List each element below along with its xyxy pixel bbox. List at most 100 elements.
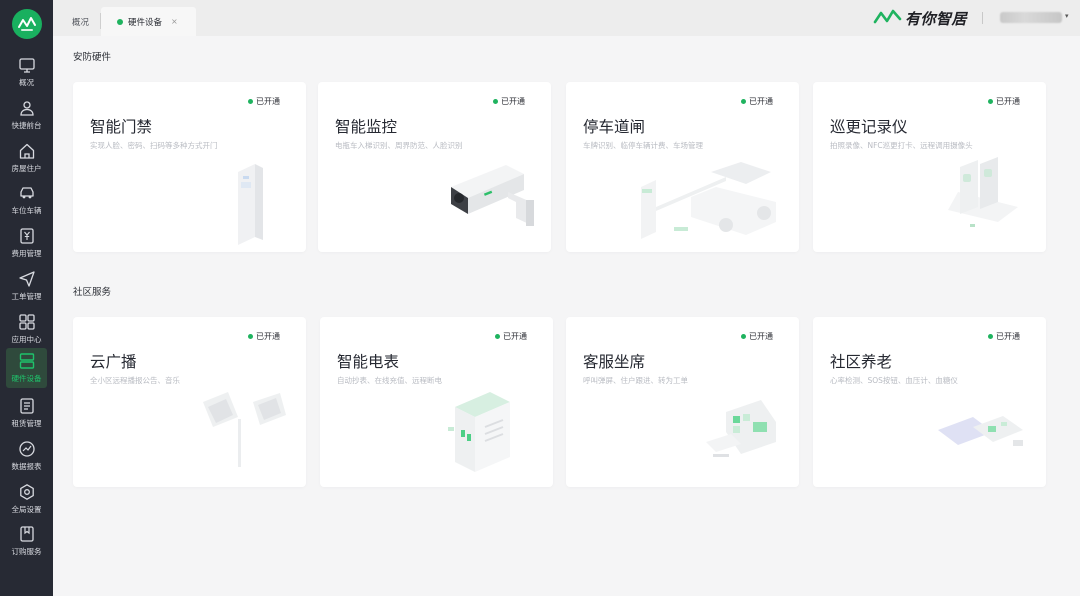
active-dot-icon <box>117 18 123 25</box>
brand-mark-icon <box>873 9 902 24</box>
access-gate-illustration-icon <box>238 164 263 245</box>
health-devices-illustration-icon <box>938 416 1023 446</box>
app-logo[interactable] <box>12 9 42 39</box>
status-text: 已开通 <box>256 97 280 106</box>
sidebar-item-subscription[interactable]: 订购服务 <box>6 521 47 561</box>
person-icon <box>19 101 34 116</box>
tab-hardware[interactable]: 硬件设备 × <box>101 7 196 36</box>
sidebar-item-label: 应用中心 <box>11 335 42 344</box>
close-icon[interactable]: × <box>171 17 178 26</box>
device-icon <box>19 353 34 369</box>
status-dot-icon <box>988 334 993 339</box>
sidebar-item-label: 租赁管理 <box>11 419 42 428</box>
card-title: 客服坐席 <box>583 353 646 371</box>
sidebar-item-leasing[interactable]: 租赁管理 <box>6 393 47 433</box>
card-desc: 拍照录像、NFC巡更打卡、远程调用摄像头 <box>830 141 973 150</box>
section-title-security: 安防硬件 <box>73 52 112 63</box>
card-cloud-broadcast[interactable]: 已开通 云广播 全小区远程播报公告、音乐 <box>73 317 306 487</box>
card-smart-access[interactable]: 已开通 智能门禁 实现人脸、密码、扫码等多种方式开门 <box>73 82 306 252</box>
status-badge: 已开通 <box>741 331 773 342</box>
sidebar-item-work-orders[interactable]: 工单管理 <box>6 266 47 306</box>
sidebar-item-label: 数据报表 <box>11 462 42 471</box>
car-icon <box>19 187 34 199</box>
brand-logo: 有你智居 <box>873 6 967 30</box>
card-parking-gate[interactable]: 已开通 停车道闸 车牌识别、临停车辆计费、车场管理 <box>566 82 799 252</box>
house-icon <box>19 143 34 159</box>
card-title: 云广播 <box>90 353 137 371</box>
status-text: 已开通 <box>996 332 1020 341</box>
card-desc: 心率检测、SOS按钮、血压计、血糖仪 <box>830 376 958 385</box>
status-text: 已开通 <box>749 97 773 106</box>
card-elderly-care[interactable]: 已开通 社区养老 心率检测、SOS按钮、血压计、血糖仪 <box>813 317 1046 487</box>
chevron-down-icon[interactable]: ▾ <box>1065 12 1069 20</box>
service-desk-illustration-icon <box>706 400 776 457</box>
status-text: 已开通 <box>749 332 773 341</box>
card-desc: 全小区远程播报公告、音乐 <box>90 376 180 385</box>
yuan-icon <box>19 228 34 244</box>
sidebar-item-settings[interactable]: 全局设置 <box>6 479 47 519</box>
card-smart-meter[interactable]: 已开通 智能电表 自动抄表、在线充值、远程断电 <box>320 317 553 487</box>
tab-label: 概况 <box>71 17 89 28</box>
monitor-icon <box>18 58 35 73</box>
bookmark-icon <box>19 526 34 542</box>
sidebar-item-label: 订购服务 <box>11 547 42 556</box>
card-patrol-recorder[interactable]: 已开通 巡更记录仪 拍照录像、NFC巡更打卡、远程调用摄像头 <box>813 82 1046 252</box>
status-badge: 已开通 <box>248 96 280 107</box>
card-smart-monitoring[interactable]: 已开通 智能监控 电瓶车入梯识别、周界防范、人脸识别 <box>318 82 551 252</box>
sidebar-item-fees[interactable]: 费用管理 <box>6 223 47 263</box>
sidebar-item-hardware[interactable]: 硬件设备 <box>6 348 47 388</box>
tab-overview[interactable]: 概况 <box>59 7 102 36</box>
sidebar-item-label: 概况 <box>19 78 34 87</box>
status-dot-icon <box>248 334 253 339</box>
sidebar-item-label: 费用管理 <box>11 249 42 258</box>
status-dot-icon <box>741 334 746 339</box>
document-icon <box>19 398 34 414</box>
main-content: 安防硬件 已开通 智能门禁 实现人脸、密码、扫码等多种方式开门 已开通 智能监控… <box>53 36 1080 596</box>
send-icon <box>18 271 35 287</box>
status-dot-icon <box>248 99 253 104</box>
card-desc: 电瓶车入梯识别、周界防范、人脸识别 <box>335 141 463 150</box>
sidebar-item-label: 工单管理 <box>11 292 42 301</box>
status-badge: 已开通 <box>741 96 773 107</box>
settings-icon <box>19 484 34 500</box>
tab-label: 硬件设备 <box>128 17 163 28</box>
sidebar-item-quick-desk[interactable]: 快捷前台 <box>6 95 47 135</box>
sidebar: 概况 快捷前台 房屋住户 车位车辆 费用管理 工单管理 应用中心 硬件设备 租赁… <box>0 0 53 596</box>
card-service-seat[interactable]: 已开通 客服坐席 呼叫弹屏、住户跟进、转为工单 <box>566 317 799 487</box>
sidebar-item-overview[interactable]: 概况 <box>6 52 47 92</box>
status-text: 已开通 <box>996 97 1020 106</box>
card-title: 社区养老 <box>830 353 893 371</box>
sidebar-item-vehicles[interactable]: 车位车辆 <box>6 180 47 220</box>
card-title: 智能监控 <box>335 118 398 136</box>
sidebar-item-residents[interactable]: 房屋住户 <box>6 138 47 178</box>
sidebar-item-label: 房屋住户 <box>11 164 42 173</box>
status-badge: 已开通 <box>248 331 280 342</box>
brand-name: 有你智居 <box>905 10 968 28</box>
status-text: 已开通 <box>501 97 525 106</box>
card-title: 停车道闸 <box>583 118 646 136</box>
card-desc: 自动抄表、在线充值、远程断电 <box>337 376 442 385</box>
camera-illustration-icon <box>451 165 534 226</box>
electric-meter-illustration-icon <box>448 392 510 472</box>
sidebar-item-label: 全局设置 <box>11 505 42 514</box>
patrol-recorder-illustration-icon <box>948 157 1018 227</box>
card-title: 智能电表 <box>337 353 400 371</box>
sidebar-item-label: 硬件设备 <box>11 374 42 383</box>
status-badge: 已开通 <box>988 96 1020 107</box>
chart-icon <box>18 441 35 457</box>
sidebar-item-app-center[interactable]: 应用中心 <box>6 309 47 349</box>
user-name-blurred[interactable] <box>1000 12 1062 23</box>
status-dot-icon <box>493 99 498 104</box>
section-title-community: 社区服务 <box>73 287 112 298</box>
grid-icon <box>18 314 35 330</box>
card-title: 巡更记录仪 <box>830 118 908 136</box>
status-dot-icon <box>988 99 993 104</box>
status-badge: 已开通 <box>988 331 1020 342</box>
speaker-illustration-icon <box>203 392 286 467</box>
status-dot-icon <box>495 334 500 339</box>
sidebar-item-reports[interactable]: 数据报表 <box>6 436 47 476</box>
status-text: 已开通 <box>256 332 280 341</box>
status-badge: 已开通 <box>495 331 527 342</box>
status-dot-icon <box>741 99 746 104</box>
divider <box>982 12 983 24</box>
